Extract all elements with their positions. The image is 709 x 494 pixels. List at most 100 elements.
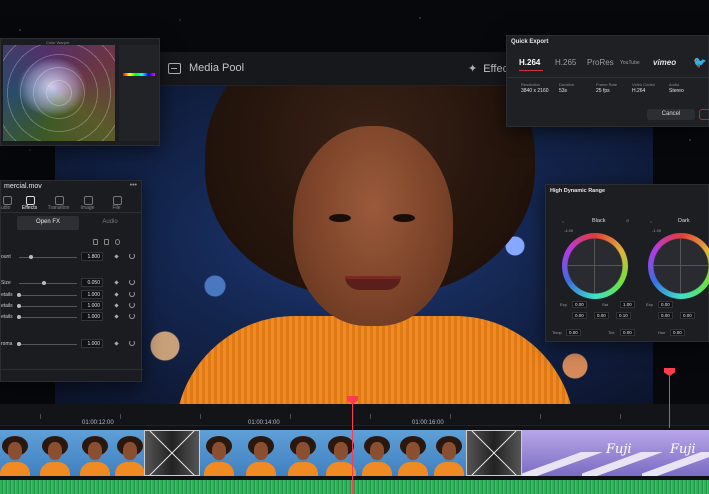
twitter-icon[interactable]: 🐦	[693, 56, 707, 69]
reset-param-icon[interactable]	[129, 291, 135, 297]
param-value[interactable]: 1.800	[81, 252, 103, 261]
color-wheel-dark[interactable]	[648, 233, 709, 299]
clip-thumbnail	[246, 436, 276, 476]
format-youtube[interactable]: YouTube	[620, 60, 640, 66]
timeline-playhead[interactable]	[347, 396, 358, 494]
black-y-value[interactable]: 0.00	[594, 312, 609, 319]
slider-knob[interactable]	[17, 315, 21, 319]
slider-knob[interactable]	[17, 293, 21, 297]
hdr-panel: High Dynamic Range ○ Black ⊙ -4.00 Exp 0…	[545, 184, 709, 342]
video-clip[interactable]	[0, 430, 144, 476]
reset-param-icon[interactable]	[129, 313, 135, 319]
param-slider[interactable]	[19, 344, 77, 345]
color-warper-plot[interactable]	[3, 45, 115, 141]
video-clip[interactable]	[356, 430, 466, 476]
color-wheel-black[interactable]	[562, 233, 628, 299]
tab-file[interactable]: File	[102, 193, 131, 212]
transition-clip[interactable]	[144, 430, 200, 476]
title-clip[interactable]: Fuji Fuji	[522, 430, 709, 476]
clip-thumbnail	[0, 436, 30, 476]
slider-knob[interactable]	[29, 255, 33, 259]
reset-param-icon[interactable]	[129, 302, 135, 308]
timecode-label: 01:00:14:00	[248, 420, 280, 426]
inspector-header: mercial.mov •••	[1, 181, 141, 193]
spec-label: Frame Rate	[596, 82, 618, 87]
keyframe-icon[interactable]	[114, 254, 119, 259]
spec-label: Video Codec	[632, 82, 655, 87]
ruler-tick	[290, 414, 291, 419]
hue-bar[interactable]	[123, 73, 155, 76]
param-value[interactable]: 1.000	[81, 312, 103, 321]
link-icon[interactable]: ⊙	[626, 218, 629, 223]
portrait-eye-right	[393, 214, 415, 222]
reset-param-icon[interactable]	[129, 253, 135, 259]
timeline-ruler[interactable]: 01:00:12:00 01:00:14:00 01:00:16:00	[0, 404, 709, 426]
temp-value[interactable]: 0.00	[566, 329, 581, 336]
reset-icon[interactable]	[115, 239, 120, 245]
quick-export-panel: Quick Export H.264 H.265 ProRes YouTube …	[506, 35, 709, 127]
hue-value[interactable]: 0.00	[670, 329, 685, 336]
keyframe-icon[interactable]	[114, 314, 119, 319]
secondary-playhead[interactable]	[664, 368, 675, 428]
clip-filename: mercial.mov	[4, 183, 42, 190]
export-button[interactable]	[699, 109, 709, 120]
slider-knob[interactable]	[17, 342, 21, 346]
param-value[interactable]: 1.000	[81, 290, 103, 299]
media-pool-button[interactable]: Media Pool	[168, 62, 244, 74]
black-x-value[interactable]: 0.00	[572, 312, 587, 319]
sat-label: Sat	[602, 302, 609, 307]
reset-param-icon[interactable]	[129, 279, 135, 285]
cancel-button[interactable]: Cancel	[647, 109, 695, 120]
keyframe-icon[interactable]	[114, 280, 119, 285]
black-sat-value[interactable]: 1.00	[620, 301, 635, 308]
video-clip[interactable]	[200, 430, 356, 476]
tint-value[interactable]: 0.00	[620, 329, 635, 336]
subtab-audio[interactable]: Audio	[79, 216, 141, 230]
dark-x-value[interactable]: 0.00	[658, 312, 673, 319]
keyframe-icon[interactable]	[114, 303, 119, 308]
audio-waveform-track[interactable]	[0, 480, 709, 494]
tab-image[interactable]: Image	[73, 193, 102, 212]
subtab-open-fx[interactable]: Open FX	[17, 216, 79, 230]
spec-value: 53s	[559, 88, 568, 94]
transition-clip[interactable]	[466, 430, 522, 476]
format-h265[interactable]: H.265	[555, 58, 576, 67]
tab-audio[interactable]: udio	[1, 193, 15, 212]
black-exp-value[interactable]: 0.00	[572, 301, 587, 308]
param-slider[interactable]	[19, 257, 77, 258]
more-options-icon[interactable]: •••	[130, 182, 137, 189]
selected-format-underline	[519, 70, 543, 71]
param-value[interactable]: 0.050	[81, 278, 103, 287]
portrait-eye-left	[329, 214, 351, 222]
format-prores[interactable]: ProRes	[587, 58, 614, 67]
tab-transition[interactable]: Transition	[44, 193, 73, 212]
timecode-label: 01:00:12:00	[82, 420, 114, 426]
effect-controls	[93, 239, 120, 245]
copy-icon[interactable]	[93, 239, 98, 245]
dark-exp-value[interactable]: 0.00	[658, 301, 673, 308]
format-h264[interactable]: H.264	[519, 58, 540, 67]
delete-icon[interactable]	[104, 239, 109, 245]
black-z-value[interactable]: 0.10	[616, 312, 631, 319]
wand-icon: ✦	[468, 63, 478, 75]
spec-value: H.264	[632, 88, 646, 94]
keyframe-icon[interactable]	[114, 292, 119, 297]
dark-y-value[interactable]: 0.00	[680, 312, 695, 319]
effects-button[interactable]: ✦ Effec	[468, 62, 508, 76]
param-value[interactable]: 1.000	[81, 301, 103, 310]
timeline[interactable]: 01:00:12:00 01:00:14:00 01:00:16:00 Fuji…	[0, 404, 709, 494]
reset-param-icon[interactable]	[129, 340, 135, 346]
keyframe-icon[interactable]	[114, 341, 119, 346]
title-card-text: Fuji	[606, 442, 632, 457]
media-pool-label: Media Pool	[189, 62, 245, 74]
format-vimeo[interactable]: vimeo	[653, 58, 676, 67]
param-slider[interactable]	[19, 295, 77, 296]
tab-effects[interactable]: Effects	[15, 193, 44, 212]
slider-knob[interactable]	[42, 281, 46, 285]
param-slider[interactable]	[19, 317, 77, 318]
param-value[interactable]: 1.000	[81, 339, 103, 348]
param-slider[interactable]	[19, 306, 77, 307]
timecode-label: 01:00:16:00	[412, 420, 444, 426]
slider-knob[interactable]	[17, 304, 21, 308]
param-slider[interactable]	[19, 283, 77, 284]
